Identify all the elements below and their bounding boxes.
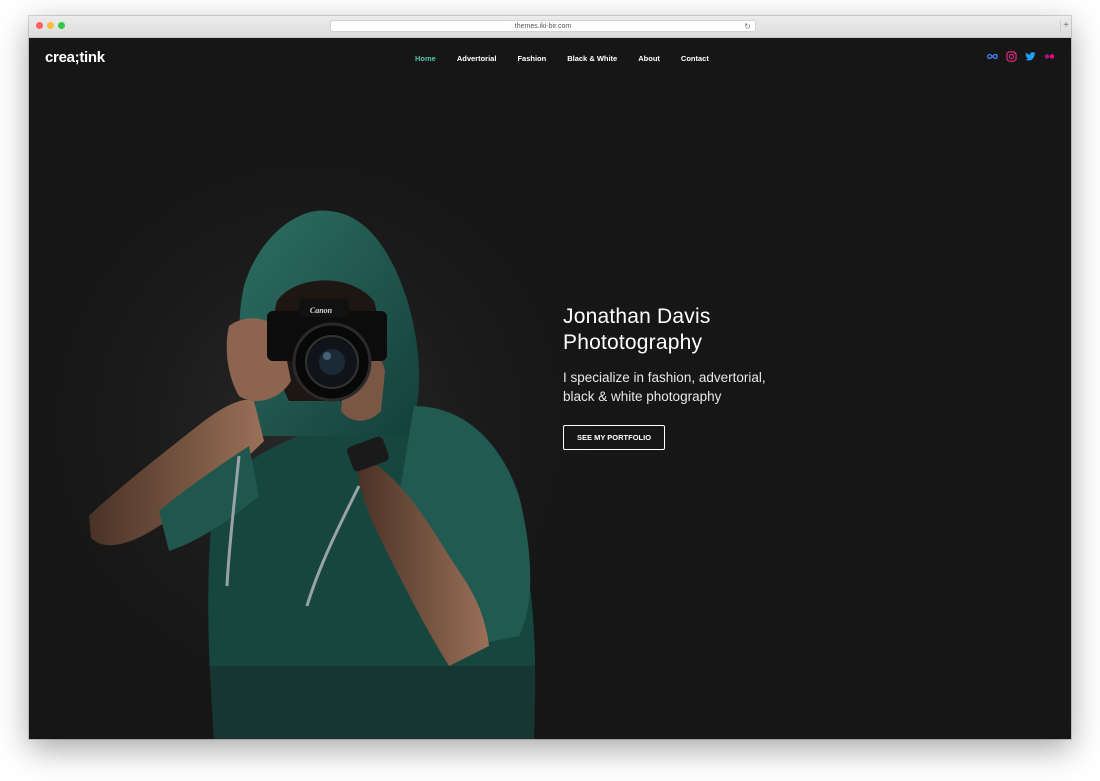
infinity-icon[interactable] xyxy=(987,51,998,62)
reload-icon[interactable]: ↻ xyxy=(744,21,751,32)
nav-item-contact[interactable]: Contact xyxy=(681,54,709,63)
hero-title-line2: Phototography xyxy=(563,331,703,354)
hero-photographer-image: Canon xyxy=(29,166,589,739)
close-window-button[interactable] xyxy=(36,22,43,29)
maximize-window-button[interactable] xyxy=(58,22,65,29)
instagram-icon[interactable] xyxy=(1006,51,1017,62)
browser-window: themes.iki-bir.com ↻ + crea;tink Home Ad… xyxy=(29,16,1071,739)
address-bar-url: themes.iki-bir.com xyxy=(514,23,572,30)
hero-subtitle-line2: black & white photography xyxy=(563,389,722,404)
see-portfolio-button[interactable]: SEE MY PORTFOLIO xyxy=(563,425,666,450)
nav-item-black-white[interactable]: Black & White xyxy=(567,54,617,63)
address-bar[interactable]: themes.iki-bir.com ↻ xyxy=(330,20,756,32)
hero-subtitle-line1: I specialize in fashion, advertorial, xyxy=(563,370,766,385)
social-links xyxy=(987,51,1055,62)
hero-text-block: Jonathan Davis Phototography I specializ… xyxy=(563,304,823,450)
new-tab-button[interactable]: + xyxy=(1060,20,1071,32)
hero-title-line1: Jonathan Davis xyxy=(563,305,711,328)
svg-text:Canon: Canon xyxy=(310,306,333,315)
nav-item-about[interactable]: About xyxy=(638,54,660,63)
minimize-window-button[interactable] xyxy=(47,22,54,29)
browser-toolbar: themes.iki-bir.com ↻ + xyxy=(29,16,1071,38)
site-logo[interactable]: crea;tink xyxy=(45,49,105,66)
hero-title: Jonathan Davis Phototography xyxy=(563,304,823,356)
twitter-icon[interactable] xyxy=(1025,51,1036,62)
flickr-icon[interactable] xyxy=(1044,51,1055,62)
hero-subtitle: I specialize in fashion, advertorial, bl… xyxy=(563,368,823,406)
main-nav: Home Advertorial Fashion Black & White A… xyxy=(415,54,709,63)
nav-item-advertorial[interactable]: Advertorial xyxy=(457,54,497,63)
nav-item-fashion[interactable]: Fashion xyxy=(517,54,546,63)
plus-icon: + xyxy=(1063,20,1069,31)
nav-item-home[interactable]: Home xyxy=(415,54,436,63)
